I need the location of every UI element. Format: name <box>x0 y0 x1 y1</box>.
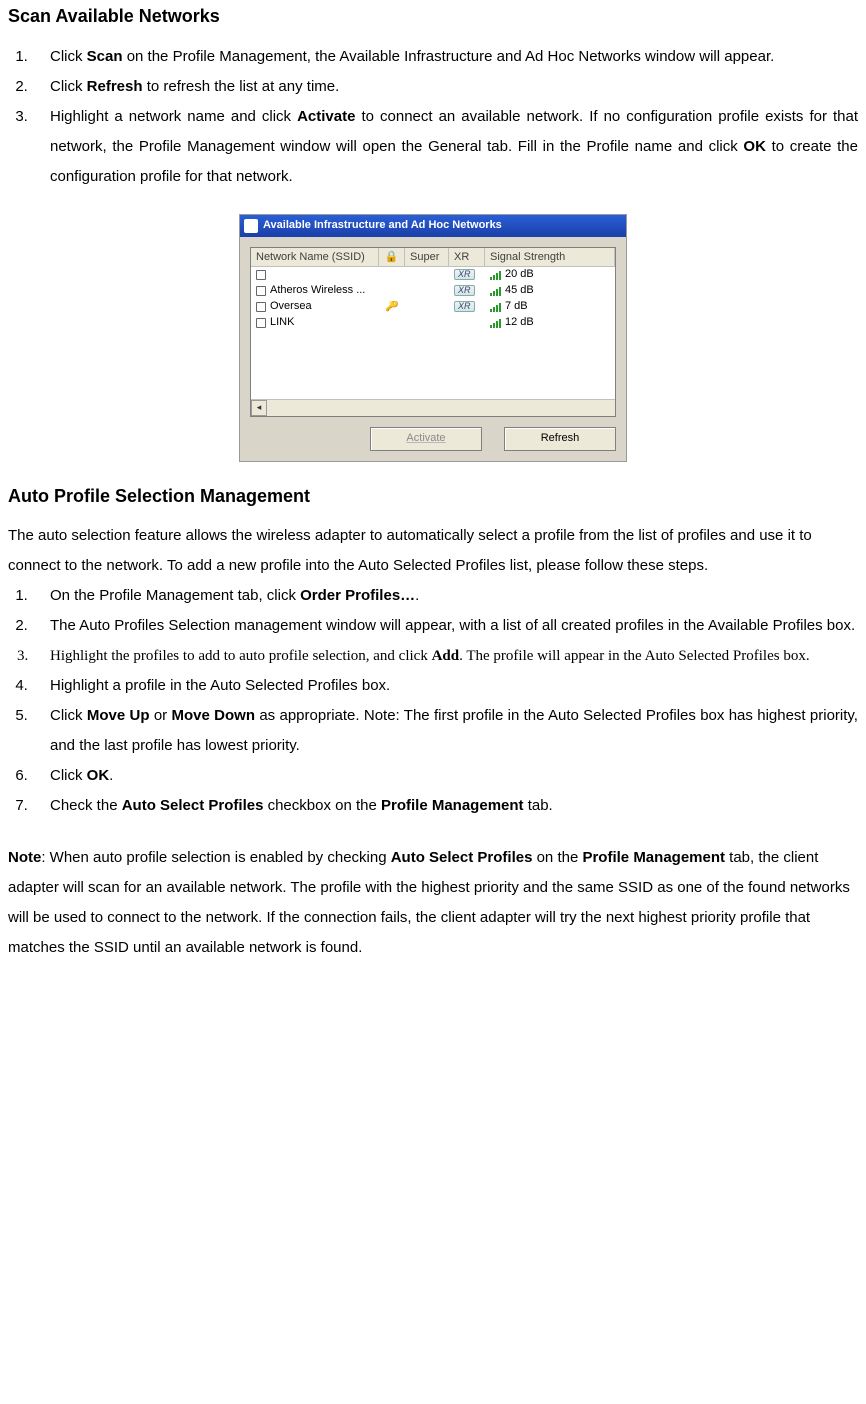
auto-step-1: On the Profile Management tab, click Ord… <box>32 581 858 611</box>
network-icon <box>256 286 266 296</box>
dialog-sys-icon <box>244 219 258 233</box>
heading-auto-profile: Auto Profile Selection Management <box>8 486 858 508</box>
xr-badge: XR <box>454 285 475 296</box>
dialog-title: Available Infrastructure and Ad Hoc Netw… <box>263 220 502 231</box>
auto-step-4: Highlight a profile in the Auto Selected… <box>32 671 858 701</box>
xr-badge: XR <box>454 269 475 280</box>
scroll-left-arrow-icon[interactable]: ◂ <box>251 400 267 416</box>
network-row[interactable]: Oversea 🔑 XR 7 dB <box>251 299 615 315</box>
network-icon <box>256 302 266 312</box>
scan-step-3: Highlight a network name and click Activ… <box>32 102 858 192</box>
auto-step-5: Click Move Up or Move Down as appropriat… <box>32 701 858 761</box>
network-row[interactable]: Atheros Wireless ... XR 45 dB <box>251 283 615 299</box>
auto-profile-steps-list: On the Profile Management tab, click Ord… <box>8 581 858 821</box>
heading-scan-networks: Scan Available Networks <box>8 6 858 28</box>
network-row[interactable]: XR 20 dB <box>251 267 615 283</box>
network-icon <box>256 318 266 328</box>
networks-dialog: Available Infrastructure and Ad Hoc Netw… <box>239 214 627 462</box>
col-super[interactable]: Super <box>405 248 449 266</box>
lock-icon: 🔑 <box>379 301 405 312</box>
xr-badge: XR <box>454 301 475 312</box>
col-lock[interactable]: 🔒 <box>379 248 405 266</box>
auto-step-2: The Auto Profiles Selection management w… <box>32 611 858 641</box>
network-icon <box>256 270 266 280</box>
signal-bars-icon <box>490 302 501 312</box>
auto-step-6: Click OK. <box>32 761 858 791</box>
dialog-button-row: Activate Refresh <box>250 427 616 451</box>
scan-step-1: Click Scan on the Profile Management, th… <box>32 42 858 72</box>
col-xr[interactable]: XR <box>449 248 485 266</box>
network-row[interactable]: LINK 12 dB <box>251 315 615 331</box>
dialog-body: Network Name (SSID) 🔒 Super XR Signal St… <box>240 237 626 461</box>
signal-bars-icon <box>490 318 501 328</box>
col-ssid[interactable]: Network Name (SSID) <box>251 248 379 266</box>
network-list[interactable]: Network Name (SSID) 🔒 Super XR Signal St… <box>250 247 616 417</box>
signal-bars-icon <box>490 270 501 280</box>
horizontal-scrollbar[interactable]: ◂ <box>251 399 615 416</box>
activate-button[interactable]: Activate <box>370 427 482 451</box>
refresh-button[interactable]: Refresh <box>504 427 616 451</box>
note-paragraph: Note: When auto profile selection is ena… <box>8 843 858 963</box>
column-headers: Network Name (SSID) 🔒 Super XR Signal St… <box>251 248 615 267</box>
col-signal[interactable]: Signal Strength <box>485 248 615 266</box>
scan-step-2: Click Refresh to refresh the list at any… <box>32 72 858 102</box>
auto-step-3: Highlight the profiles to add to auto pr… <box>32 641 858 671</box>
dialog-titlebar: Available Infrastructure and Ad Hoc Netw… <box>240 215 626 237</box>
network-rows: XR 20 dB Atheros Wireless ... XR 45 dB O… <box>251 267 615 399</box>
auto-profile-intro: The auto selection feature allows the wi… <box>8 521 858 581</box>
auto-step-7: Check the Auto Select Profiles checkbox … <box>32 791 858 821</box>
scan-steps-list: Click Scan on the Profile Management, th… <box>8 42 858 192</box>
signal-bars-icon <box>490 286 501 296</box>
